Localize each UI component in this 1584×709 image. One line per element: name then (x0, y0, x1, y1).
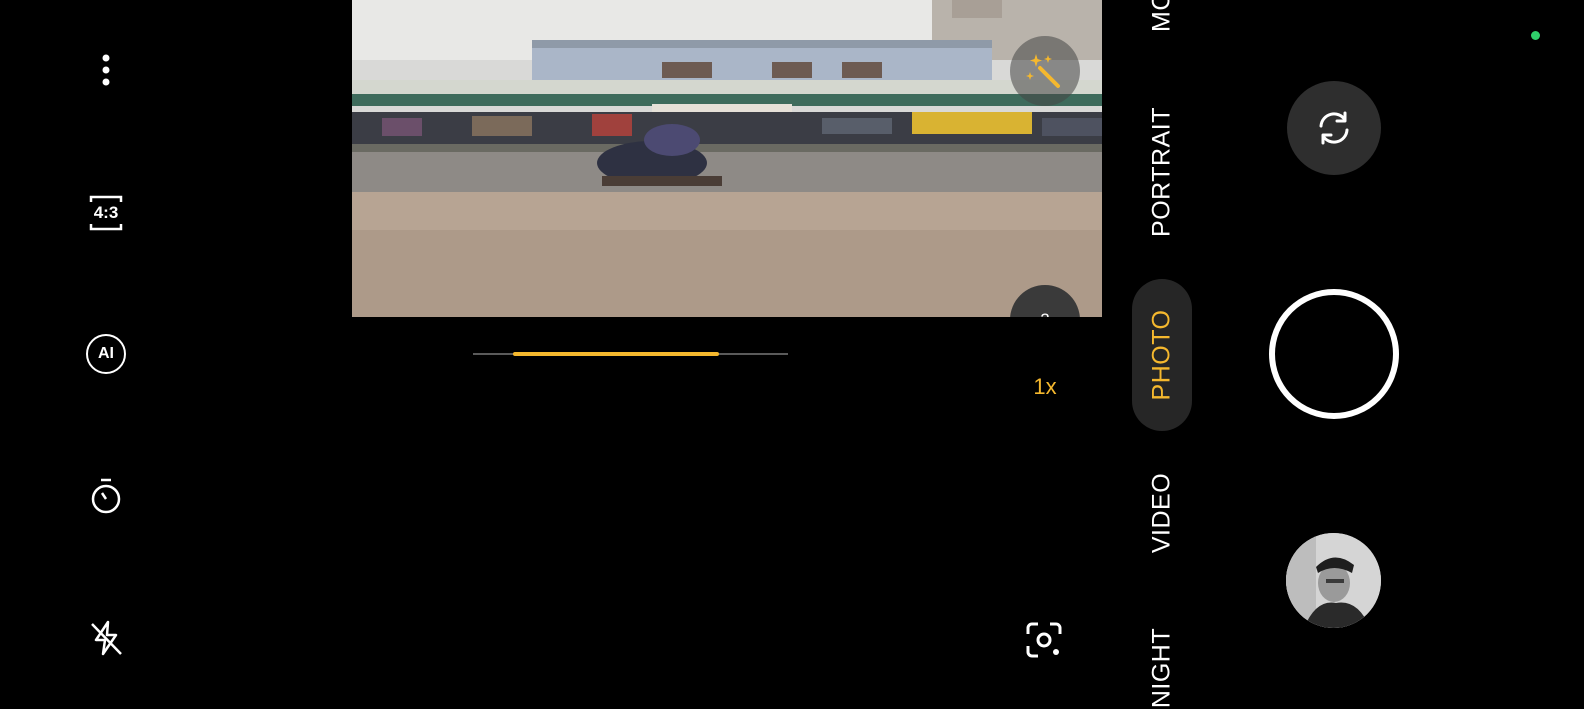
switch-camera-button[interactable] (1287, 81, 1381, 175)
mode-more[interactable]: MC (1148, 0, 1177, 32)
timer-button[interactable] (76, 466, 136, 526)
more-vertical-icon (102, 54, 110, 86)
mode-video[interactable]: VIDEO (1148, 473, 1177, 553)
zoom-chip-label: 2 (1010, 310, 1080, 317)
mode-night[interactable]: NIGHT (1148, 628, 1177, 708)
magic-enhance-button[interactable] (1010, 36, 1080, 106)
privacy-indicator-dot (1531, 31, 1540, 40)
zoom-slider[interactable] (473, 352, 788, 356)
zoom-slider-fill (513, 352, 719, 356)
gallery-thumbnail[interactable] (1286, 533, 1381, 628)
magic-wand-icon (1026, 54, 1060, 88)
mode-photo[interactable]: PHOTO (1148, 310, 1177, 401)
timer-icon (91, 478, 121, 514)
ai-label: AI (98, 345, 114, 362)
left-toolbar: 4:3 AI (0, 0, 212, 709)
flash-off-icon (91, 620, 122, 656)
shutter-button[interactable] (1269, 289, 1399, 419)
ai-icon: AI (86, 334, 126, 374)
ai-button[interactable]: AI (76, 324, 136, 384)
aspect-ratio-button[interactable]: 4:3 (76, 183, 136, 243)
google-lens-icon (1026, 622, 1062, 658)
zoom-level-button[interactable]: 1x (1010, 374, 1080, 400)
switch-camera-icon (1319, 111, 1349, 145)
aspect-ratio-icon: 4:3 (88, 194, 124, 232)
flash-button[interactable] (76, 608, 136, 668)
lens-button[interactable] (1014, 610, 1074, 670)
camera-mode-strip: MC PORTRAIT PHOTO VIDEO NIGHT (1128, 0, 1196, 709)
aspect-ratio-label: 4:3 (93, 203, 119, 222)
camera-viewfinder[interactable] (352, 0, 1102, 317)
more-options-button[interactable] (76, 40, 136, 100)
mode-portrait[interactable]: PORTRAIT (1148, 107, 1177, 237)
zoom-2x-button[interactable]: 2 (1010, 285, 1080, 317)
gallery-thumbnail-image (1286, 533, 1381, 628)
